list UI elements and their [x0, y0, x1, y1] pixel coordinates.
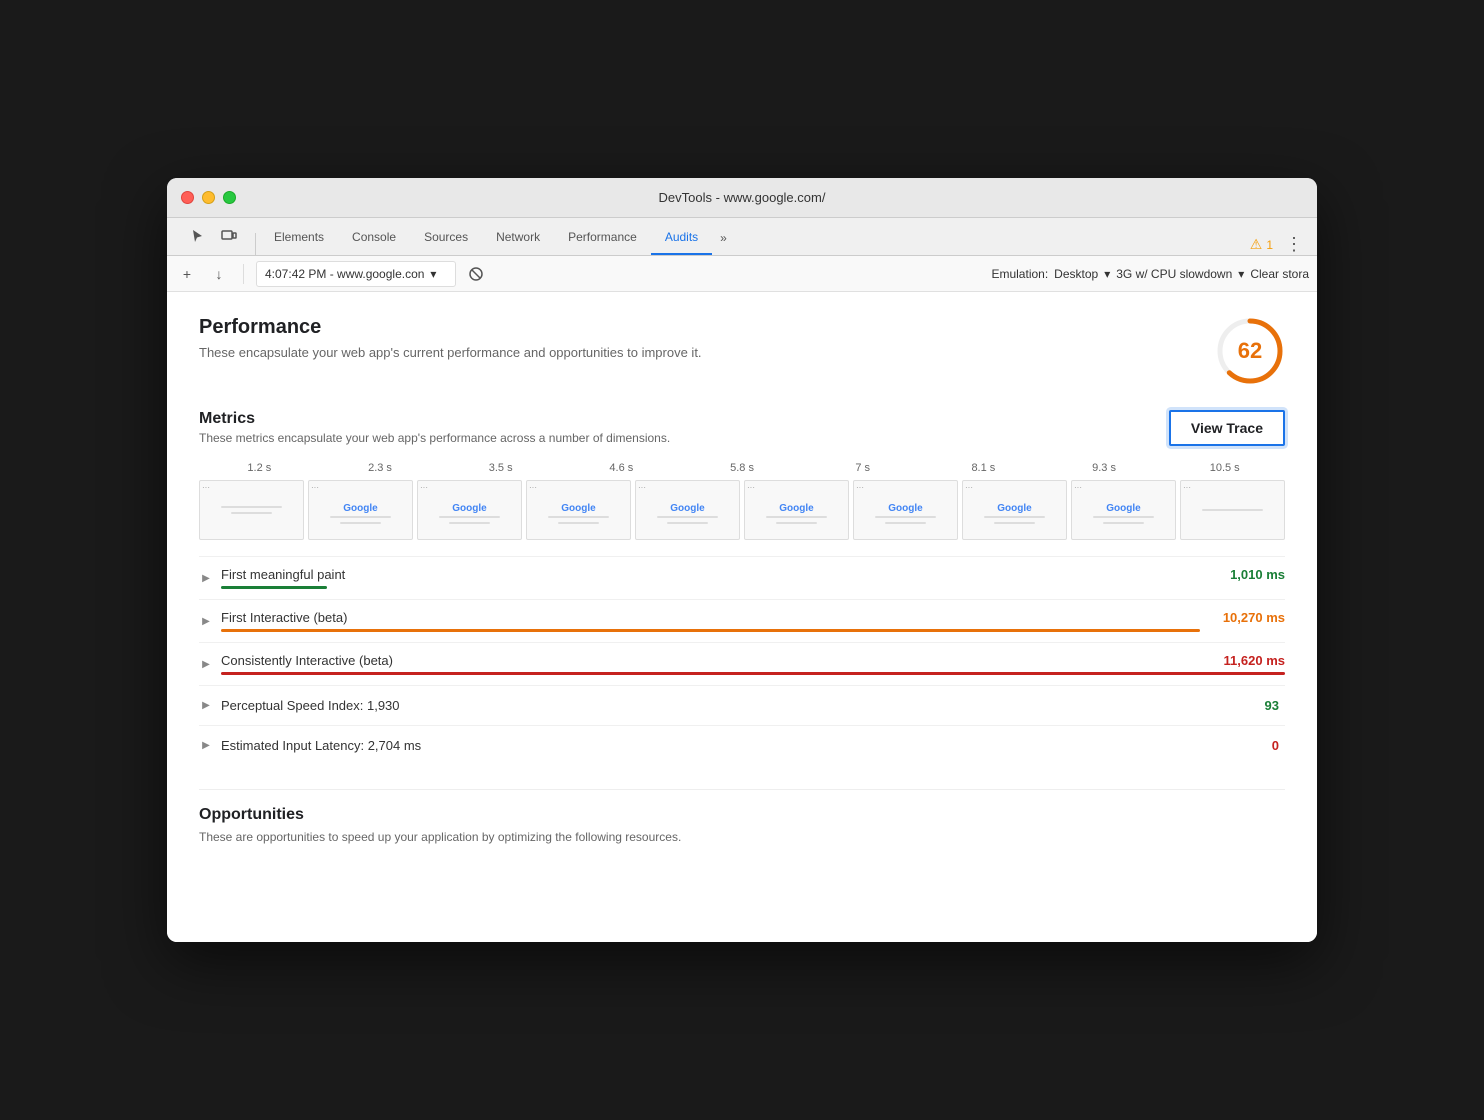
thumbnail-6: ··· Google	[853, 480, 958, 540]
tab-elements[interactable]: Elements	[260, 221, 338, 255]
expand-fmp-icon[interactable]: ▶	[199, 571, 213, 585]
desktop-dropdown-icon: ▾	[1104, 267, 1110, 281]
metric-ci-bar	[221, 672, 1285, 675]
metric-eil-score: 0	[1266, 736, 1285, 755]
timestamp-7: 9.3 s	[1044, 462, 1165, 474]
timestamp-6: 8.1 s	[923, 462, 1044, 474]
metric-psi-label: Perceptual Speed Index: 1,930	[221, 698, 400, 713]
metric-ci: ▶ Consistently Interactive (beta) 11,620…	[199, 642, 1285, 685]
metric-ci-bar-container: Consistently Interactive (beta) 11,620 m…	[221, 653, 1285, 675]
metric-ci-label: Consistently Interactive (beta)	[221, 653, 393, 668]
metric-ci-value: 11,620 ms	[1224, 653, 1285, 668]
window-title: DevTools - www.google.com/	[659, 190, 826, 205]
expand-eil-icon[interactable]: ▶	[199, 739, 213, 753]
metric-fmp: ▶ First meaningful paint 1,010 ms	[199, 556, 1285, 599]
metric-fi-value: 10,270 ms	[1223, 610, 1285, 625]
device-icon[interactable]	[215, 222, 243, 250]
thumbnail-9: ···	[1180, 480, 1285, 540]
performance-score-circle: 62	[1215, 316, 1285, 386]
metric-fi-label: First Interactive (beta)	[221, 610, 347, 625]
timestamp-1: 2.3 s	[320, 462, 441, 474]
metrics-header: Metrics These metrics encapsulate your w…	[199, 410, 1285, 446]
toolbar-separator	[243, 264, 244, 284]
url-display: 4:07:42 PM - www.google.con ▾	[256, 261, 456, 287]
toolbar-icons	[175, 217, 251, 255]
title-bar: DevTools - www.google.com/	[167, 178, 1317, 218]
metric-eil-label: Estimated Input Latency: 2,704 ms	[221, 738, 421, 753]
metric-fmp-value: 1,010 ms	[1230, 567, 1285, 582]
tab-audits[interactable]: Audits	[651, 221, 712, 255]
cursor-icon[interactable]	[183, 222, 211, 250]
tab-performance[interactable]: Performance	[554, 221, 651, 255]
timestamp-0: 1.2 s	[199, 462, 320, 474]
performance-title: Performance	[199, 316, 702, 339]
performance-title-group: Performance These encapsulate your web a…	[199, 316, 702, 360]
download-button[interactable]: ↓	[207, 262, 231, 286]
more-options-button[interactable]: ⋮	[1279, 234, 1309, 255]
thumbnails-row: ··· ··· Google ··· Google	[199, 480, 1285, 540]
metrics-title-group: Metrics These metrics encapsulate your w…	[199, 410, 670, 445]
opportunities-title: Opportunities	[199, 806, 1285, 824]
thumbnail-2: ··· Google	[417, 480, 522, 540]
dropdown-arrow-icon: ▾	[430, 267, 436, 281]
devtools-window: DevTools - www.google.com/ Elements Cons…	[167, 178, 1317, 942]
opportunities-subtitle: These are opportunities to speed up your…	[199, 830, 1285, 844]
network-dropdown-icon: ▾	[1238, 267, 1244, 281]
maximize-button[interactable]	[223, 191, 236, 204]
add-button[interactable]: +	[175, 262, 199, 286]
metric-psi: ▶ Perceptual Speed Index: 1,930 93	[199, 685, 1285, 725]
metric-fmp-bar	[221, 586, 327, 589]
thumbnail-7: ··· Google	[962, 480, 1067, 540]
thumbnail-3: ··· Google	[526, 480, 631, 540]
tab-network[interactable]: Network	[482, 221, 554, 255]
thumbnail-5: ··· Google	[744, 480, 849, 540]
metrics-subtitle: These metrics encapsulate your web app's…	[199, 431, 670, 445]
tab-bar-right: ⚠ 1 ⋮	[1250, 234, 1309, 255]
performance-subtitle: These encapsulate your web app's current…	[199, 345, 702, 360]
block-icon[interactable]	[464, 262, 488, 286]
timeline-timestamps: 1.2 s 2.3 s 3.5 s 4.6 s 5.8 s 7 s 8.1 s …	[199, 462, 1285, 474]
metric-fi: ▶ First Interactive (beta) 10,270 ms	[199, 599, 1285, 642]
warning-icon: ⚠	[1250, 236, 1263, 253]
tab-console[interactable]: Console	[338, 221, 410, 255]
timestamp-2: 3.5 s	[440, 462, 561, 474]
metric-fmp-bar-container: First meaningful paint 1,010 ms	[221, 567, 1285, 589]
thumbnail-1: ··· Google	[308, 480, 413, 540]
minimize-button[interactable]	[202, 191, 215, 204]
performance-score: 62	[1238, 338, 1262, 364]
metric-eil: ▶ Estimated Input Latency: 2,704 ms 0	[199, 725, 1285, 765]
timestamp-5: 7 s	[802, 462, 923, 474]
metrics-title: Metrics	[199, 410, 670, 428]
metric-psi-score: 93	[1259, 696, 1285, 715]
close-button[interactable]	[181, 191, 194, 204]
opportunities-section: Opportunities These are opportunities to…	[199, 789, 1285, 844]
timestamp-8: 10.5 s	[1164, 462, 1285, 474]
secondary-toolbar: + ↓ 4:07:42 PM - www.google.con ▾ Emulat…	[167, 256, 1317, 292]
tab-sources[interactable]: Sources	[410, 221, 482, 255]
thumbnail-4: ··· Google	[635, 480, 740, 540]
metric-psi-bar-container: Perceptual Speed Index: 1,930 93	[221, 696, 1285, 715]
thumbnail-8: ··· Google	[1071, 480, 1176, 540]
emulation-group: Emulation: Desktop ▾ 3G w/ CPU slowdown …	[496, 267, 1309, 281]
main-content: Performance These encapsulate your web a…	[167, 292, 1317, 942]
expand-fi-icon[interactable]: ▶	[199, 614, 213, 628]
metric-fi-bar	[221, 629, 1200, 632]
metric-fmp-label: First meaningful paint	[221, 567, 345, 582]
expand-ci-icon[interactable]: ▶	[199, 657, 213, 671]
timestamp-4: 5.8 s	[682, 462, 803, 474]
traffic-lights	[181, 191, 236, 204]
timeline-row: 1.2 s 2.3 s 3.5 s 4.6 s 5.8 s 7 s 8.1 s …	[199, 462, 1285, 540]
timestamp-3: 4.6 s	[561, 462, 682, 474]
metric-fi-bar-container: First Interactive (beta) 10,270 ms	[221, 610, 1285, 632]
metric-eil-bar-container: Estimated Input Latency: 2,704 ms 0	[221, 736, 1285, 755]
performance-header: Performance These encapsulate your web a…	[199, 316, 1285, 386]
tab-separator	[255, 233, 256, 255]
metrics-section: Metrics These metrics encapsulate your w…	[199, 410, 1285, 765]
warning-badge: ⚠ 1	[1250, 236, 1273, 253]
view-trace-button[interactable]: View Trace	[1169, 410, 1285, 446]
tab-more-button[interactable]: »	[712, 221, 735, 255]
expand-psi-icon[interactable]: ▶	[199, 699, 213, 713]
thumbnail-0: ···	[199, 480, 304, 540]
devtools-tab-bar: Elements Console Sources Network Perform…	[167, 218, 1317, 256]
